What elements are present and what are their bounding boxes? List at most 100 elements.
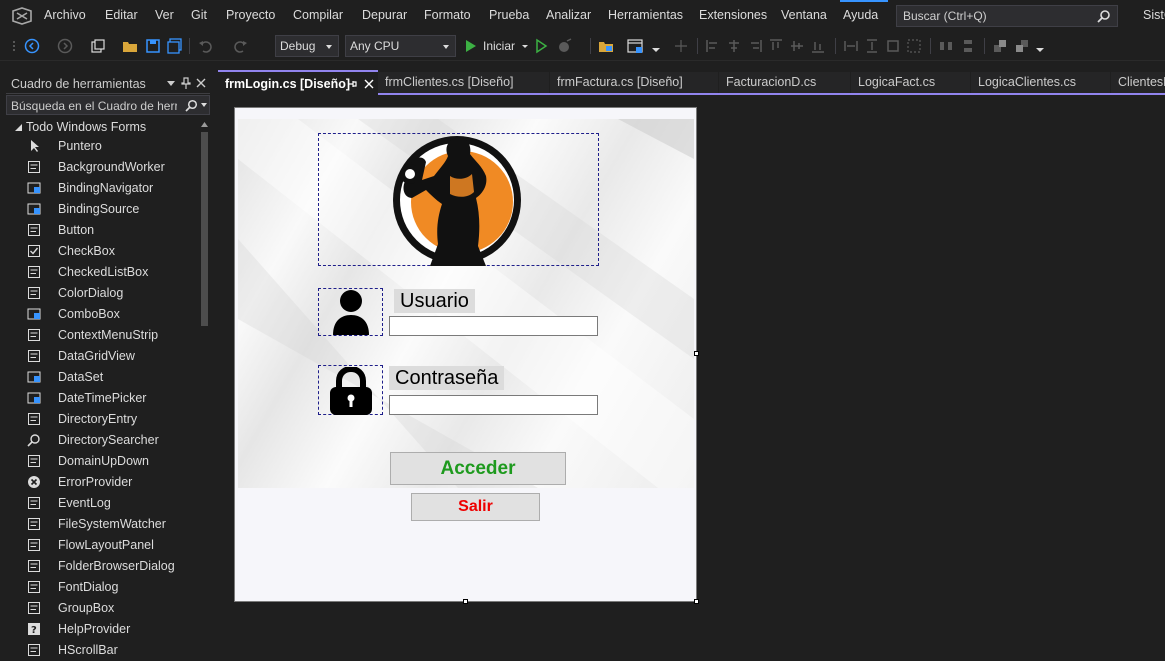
toolbox-item[interactable]: Button — [0, 220, 198, 241]
lock-picturebox[interactable] — [318, 365, 383, 415]
undo-icon[interactable] — [198, 38, 214, 54]
size-to-grid-icon[interactable] — [906, 38, 922, 54]
tab-logicaclientes[interactable]: LogicaClientes.cs — [971, 72, 1110, 93]
hot-reload-icon[interactable] — [557, 38, 573, 54]
tab-clientesd[interactable]: ClientesD — [1111, 72, 1165, 93]
menu-editar[interactable]: Editar — [105, 8, 138, 22]
tab-facturaciond[interactable]: FacturacionD.cs — [719, 72, 850, 93]
bring-to-front-icon[interactable] — [992, 38, 1008, 54]
align-tops-icon[interactable] — [768, 38, 784, 54]
acceder-button[interactable]: Acceder — [390, 452, 566, 485]
visual-studio-logo-icon[interactable] — [11, 5, 33, 27]
overflow-dropdown-icon[interactable] — [1032, 38, 1048, 54]
align-lefts-icon[interactable] — [705, 38, 721, 54]
make-same-width-icon[interactable] — [843, 38, 859, 54]
menu-ayuda[interactable]: Ayuda — [843, 8, 878, 22]
save-all-icon[interactable] — [167, 38, 183, 54]
toolbox-item[interactable]: Puntero — [0, 136, 198, 157]
navigate-forward-icon[interactable] — [57, 38, 73, 54]
salir-button[interactable]: Salir — [411, 493, 540, 521]
resize-handle-bottom[interactable] — [463, 599, 468, 604]
menu-extensiones[interactable]: Extensiones — [699, 8, 767, 22]
toolbox-item[interactable]: EventLog — [0, 493, 198, 514]
new-project-icon[interactable] — [90, 38, 106, 54]
toolbox-item[interactable]: HScrollBar — [0, 640, 198, 661]
toolbox-item[interactable]: DomainUpDown — [0, 451, 198, 472]
overflow-dropdown-icon[interactable] — [648, 38, 664, 54]
make-same-height-icon[interactable] — [864, 38, 880, 54]
open-folder-icon[interactable] — [122, 38, 138, 54]
tab-logicafact[interactable]: LogicaFact.cs — [851, 72, 970, 93]
start-without-debugging-icon[interactable] — [533, 38, 549, 54]
toolbox-item[interactable]: BindingNavigator — [0, 178, 198, 199]
align-rights-icon[interactable] — [747, 38, 763, 54]
toolbox-search-input[interactable]: Búsqueda en el Cuadro de herra — [6, 95, 210, 115]
solution-platform-select[interactable]: Any CPU — [345, 35, 456, 57]
make-same-size-icon[interactable] — [885, 38, 901, 54]
menu-depurar[interactable]: Depurar — [362, 8, 407, 22]
toolbox-item[interactable]: ComboBox — [0, 304, 198, 325]
toolbox-item[interactable]: CheckedListBox — [0, 262, 198, 283]
chevron-down-icon[interactable] — [200, 102, 208, 108]
align-centers-icon[interactable] — [726, 38, 742, 54]
toolbox-item[interactable]: BindingSource — [0, 199, 198, 220]
start-play-icon[interactable] — [463, 38, 479, 54]
contrasena-input[interactable] — [389, 395, 598, 415]
align-bottoms-icon[interactable] — [810, 38, 826, 54]
menu-prueba[interactable]: Prueba — [489, 8, 529, 22]
layout-icon[interactable] — [627, 38, 643, 54]
toolbox-item[interactable]: FileSystemWatcher — [0, 514, 198, 535]
close-icon[interactable] — [364, 79, 374, 89]
resize-handle-corner[interactable] — [694, 599, 699, 604]
toolbox-item[interactable]: ContextMenuStrip — [0, 325, 198, 346]
align-middles-icon[interactable] — [789, 38, 805, 54]
toolbox-item[interactable]: FolderBrowserDialog — [0, 556, 198, 577]
collapse-group-icon[interactable] — [14, 123, 23, 132]
vertical-spacing-icon[interactable] — [960, 38, 976, 54]
toolbox-item[interactable]: DirectoryEntry — [0, 409, 198, 430]
search-icon[interactable] — [1097, 9, 1111, 23]
window-position-dropdown-icon[interactable] — [166, 78, 176, 88]
solution-configuration-select[interactable]: Debug — [275, 35, 339, 57]
menu-ver[interactable]: Ver — [155, 8, 174, 22]
toolbox-item[interactable]: FontDialog — [0, 577, 198, 598]
menu-analizar[interactable]: Analizar — [546, 8, 591, 22]
toolbox-item[interactable]: BackgroundWorker — [0, 157, 198, 178]
save-icon[interactable] — [145, 38, 161, 54]
toolbox-item[interactable]: DataSet — [0, 367, 198, 388]
send-to-back-icon[interactable] — [1014, 38, 1030, 54]
menu-formato[interactable]: Formato — [424, 8, 471, 22]
pin-icon[interactable] — [347, 79, 357, 89]
menu-ventana[interactable]: Ventana — [781, 8, 827, 22]
open-file-explorer-icon[interactable] — [598, 38, 614, 54]
menu-proyecto[interactable]: Proyecto — [226, 8, 275, 22]
toolbox-item[interactable]: ColorDialog — [0, 283, 198, 304]
search-icon[interactable] — [185, 99, 198, 112]
toolbox-item[interactable]: ? HelpProvider — [0, 619, 198, 640]
tab-frmlogin-design[interactable]: frmLogin.cs [Diseño] — [218, 70, 378, 95]
toolbox-item[interactable]: DirectorySearcher — [0, 430, 198, 451]
pin-icon[interactable] — [181, 77, 191, 89]
menu-git[interactable]: Git — [191, 8, 207, 22]
tab-frmclientes-design[interactable]: frmClientes.cs [Diseño] — [378, 72, 549, 93]
redo-icon[interactable] — [232, 38, 248, 54]
toolbox-group-header[interactable]: Todo Windows Forms — [26, 120, 146, 134]
search-input[interactable]: Buscar (Ctrl+Q) — [896, 5, 1118, 27]
usuario-input[interactable] — [389, 316, 598, 336]
toolbox-item[interactable]: DataGridView — [0, 346, 198, 367]
horizontal-spacing-icon[interactable] — [938, 38, 954, 54]
login-form-canvas[interactable]: Usuario Contraseña Acceder Salir — [234, 107, 697, 602]
logo-picturebox[interactable] — [318, 133, 599, 266]
align-to-grid-icon[interactable] — [673, 38, 689, 54]
menu-compilar[interactable]: Compilar — [293, 8, 343, 22]
resize-handle-right[interactable] — [694, 351, 699, 356]
toolbox-scrollbar[interactable] — [199, 118, 210, 653]
start-button-label[interactable]: Iniciar — [483, 39, 515, 53]
menu-herramientas[interactable]: Herramientas — [608, 8, 683, 22]
toolbox-item[interactable]: FlowLayoutPanel — [0, 535, 198, 556]
user-picturebox[interactable] — [318, 288, 383, 336]
toolbox-item[interactable]: DateTimePicker — [0, 388, 198, 409]
toolbox-item[interactable]: CheckBox — [0, 241, 198, 262]
toolbox-item[interactable]: ErrorProvider — [0, 472, 198, 493]
scroll-up-icon[interactable] — [200, 120, 209, 128]
